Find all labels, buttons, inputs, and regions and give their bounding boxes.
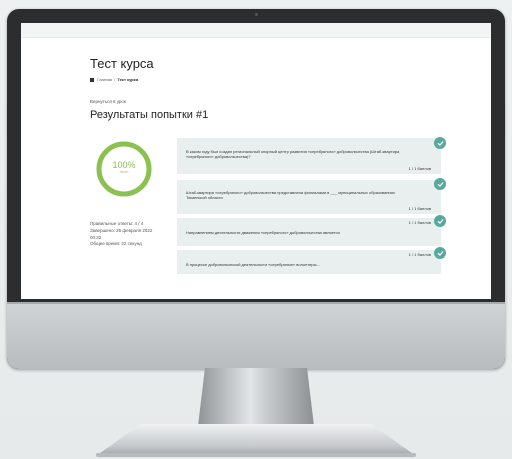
attempt-stats: Правильные ответы: 4 / 4 Завершено: 25 ф… (90, 221, 152, 248)
results-heading: Результаты попытки #1 (90, 109, 209, 121)
question-card[interactable]: В каком году был создан региональный опо… (177, 137, 446, 174)
question-text: В процессе добровольческой деятельности … (186, 262, 320, 267)
stat-correct-answers: Правильные ответы: 4 / 4 (90, 221, 144, 226)
breadcrumb: Главная / Тест курса (90, 77, 138, 82)
breadcrumb-current: Тест курса (117, 77, 139, 82)
check-icon (434, 247, 446, 259)
question-score: 1 / 1 баллов (408, 220, 431, 225)
monitor-stand-neck (198, 368, 314, 426)
monitor-frame: Тест курса Главная / Тест курса Вернутьс… (7, 9, 505, 369)
page-title: Тест курса (90, 56, 154, 71)
monitor-stand-base (96, 424, 416, 456)
question-score: 1 / 1 баллов (408, 252, 431, 257)
score-percent: 100% (112, 160, 136, 170)
question-score: 1 / 1 баллов (408, 206, 431, 211)
back-to-lesson-link[interactable]: Вернуться в урок (90, 99, 126, 104)
check-icon (434, 178, 446, 190)
camera-dot (255, 13, 258, 16)
monitor-chin (7, 302, 505, 369)
check-icon (434, 137, 446, 149)
home-icon[interactable] (90, 77, 94, 82)
breadcrumb-separator: / (114, 77, 116, 82)
question-card[interactable]: 1 / 1 баллов Направлением деятельности д… (177, 215, 446, 246)
question-text: Штаб-квартира «серебряного» добровольчес… (186, 190, 395, 201)
question-card[interactable]: 1 / 1 баллов В процессе добровольческой … (177, 247, 446, 274)
question-text: В каком году был создан региональный опо… (186, 149, 400, 160)
monitor-stand-edge (96, 453, 416, 457)
check-icon (434, 215, 446, 227)
stat-completed-time: 00:32 (90, 234, 102, 240)
top-bar (21, 23, 491, 38)
question-score: 1 / 1 баллов (408, 166, 431, 171)
question-text: Направлением деятельности движения «сере… (186, 230, 340, 235)
stat-total-time: Общее время: 22 секунд (90, 241, 142, 247)
stat-completed-date: Завершено: 25 февраля 2022 (90, 227, 153, 233)
score-status: Зачёт (119, 170, 129, 174)
breadcrumb-home-link[interactable]: Главная (97, 77, 112, 82)
screen: Тест курса Главная / Тест курса Вернутьс… (21, 23, 491, 299)
score-ring: 100% Зачёт (95, 140, 153, 198)
question-card[interactable]: Штаб-квартира «серебряного» добровольчес… (177, 178, 446, 214)
